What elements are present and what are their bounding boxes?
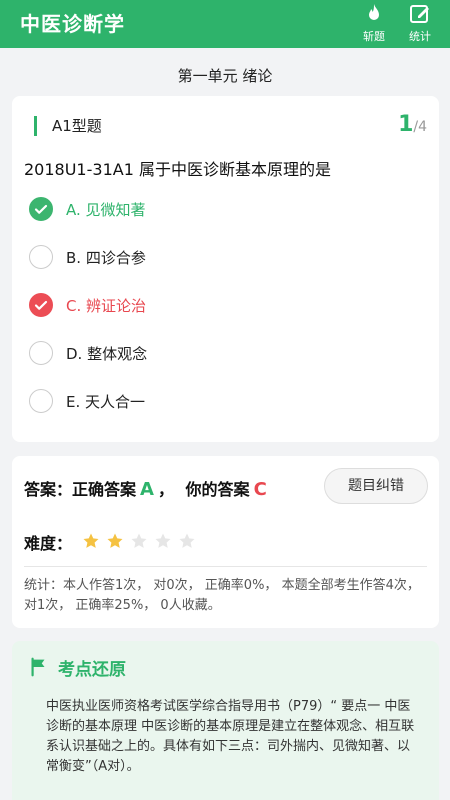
answer-card: 答案：正确答案 A， 你的答案 C 题目纠错 难度： 统计：本人作答1次， 对0次，… [12, 456, 439, 628]
check-icon [29, 293, 53, 317]
question-type-marker [34, 116, 37, 136]
radio-icon [29, 245, 53, 269]
your-answer-label: 你的答案 [185, 480, 250, 499]
difficulty-rating [82, 532, 197, 554]
knowledge-card: 考点还原 中医执业医师资格考试医学综合指导用书（P79）“ 要点一 中医诊断的基… [12, 641, 439, 800]
difficulty-label: 难度： [24, 534, 73, 553]
flag-icon [28, 656, 50, 682]
option-c[interactable]: C. 辨证论治 [29, 289, 429, 321]
app-title: 中医诊断学 [20, 12, 125, 36]
your-answer: C [253, 479, 267, 500]
star-empty-icon [155, 533, 171, 548]
option-e-label: E. 天人合一 [66, 393, 146, 411]
stats-action-button[interactable]: 统计 [398, 2, 442, 46]
option-b-label: B. 四诊合参 [66, 249, 146, 267]
edit-icon [398, 2, 442, 26]
answer-separator: ， [157, 480, 174, 499]
flame-icon [352, 2, 396, 26]
knowledge-text: 中医执业医师资格考试医学综合指导用书（P79）“ 要点一 中医诊断的基本原理 中… [46, 699, 415, 774]
check-icon [29, 197, 53, 221]
star-filled-icon [83, 533, 99, 548]
question-card: A1型题 1/4 2018U1-31A1 属于中医诊断基本原理的是 A. 见微知… [12, 96, 439, 442]
flame-action-button[interactable]: 斩题 [352, 2, 396, 46]
divider [24, 566, 427, 567]
correct-answer: A [140, 479, 154, 500]
top-bar: 中医诊断学 斩题 统计 [0, 0, 450, 48]
option-e[interactable]: E. 天人合一 [29, 385, 429, 417]
option-c-label: C. 辨证论治 [66, 297, 147, 315]
star-empty-icon [131, 533, 147, 548]
star-empty-icon [179, 533, 195, 548]
answer-summary: 答案：正确答案 A， 你的答案 C [24, 476, 271, 500]
option-a-label: A. 见微知著 [66, 201, 146, 219]
star-filled-icon [107, 533, 123, 548]
report-error-button[interactable]: 题目纠错 [324, 468, 428, 504]
answer-prefix: 答案：正确答案 [24, 480, 137, 499]
question-type: A1型题 [52, 117, 102, 135]
knowledge-title: 考点还原 [58, 660, 126, 680]
option-d[interactable]: D. 整体观念 [29, 337, 429, 369]
flame-action-label: 斩题 [363, 30, 385, 43]
question-current: 1 [398, 112, 414, 137]
question-total: /4 [413, 119, 427, 135]
question-text: 2018U1-31A1 属于中医诊断基本原理的是 [24, 160, 331, 179]
answer-statistics: 统计：本人作答1次， 对0次， 正确率0%， 本题全部考生作答4次， 对1次， … [24, 578, 420, 613]
radio-icon [29, 389, 53, 413]
question-counter: 1/4 [398, 112, 427, 137]
unit-title: 第一单元 绪论 [0, 48, 450, 96]
stats-action-label: 统计 [409, 30, 431, 43]
radio-icon [29, 341, 53, 365]
option-a[interactable]: A. 见微知著 [29, 193, 429, 225]
option-d-label: D. 整体观念 [66, 345, 148, 363]
option-b[interactable]: B. 四诊合参 [29, 241, 429, 273]
